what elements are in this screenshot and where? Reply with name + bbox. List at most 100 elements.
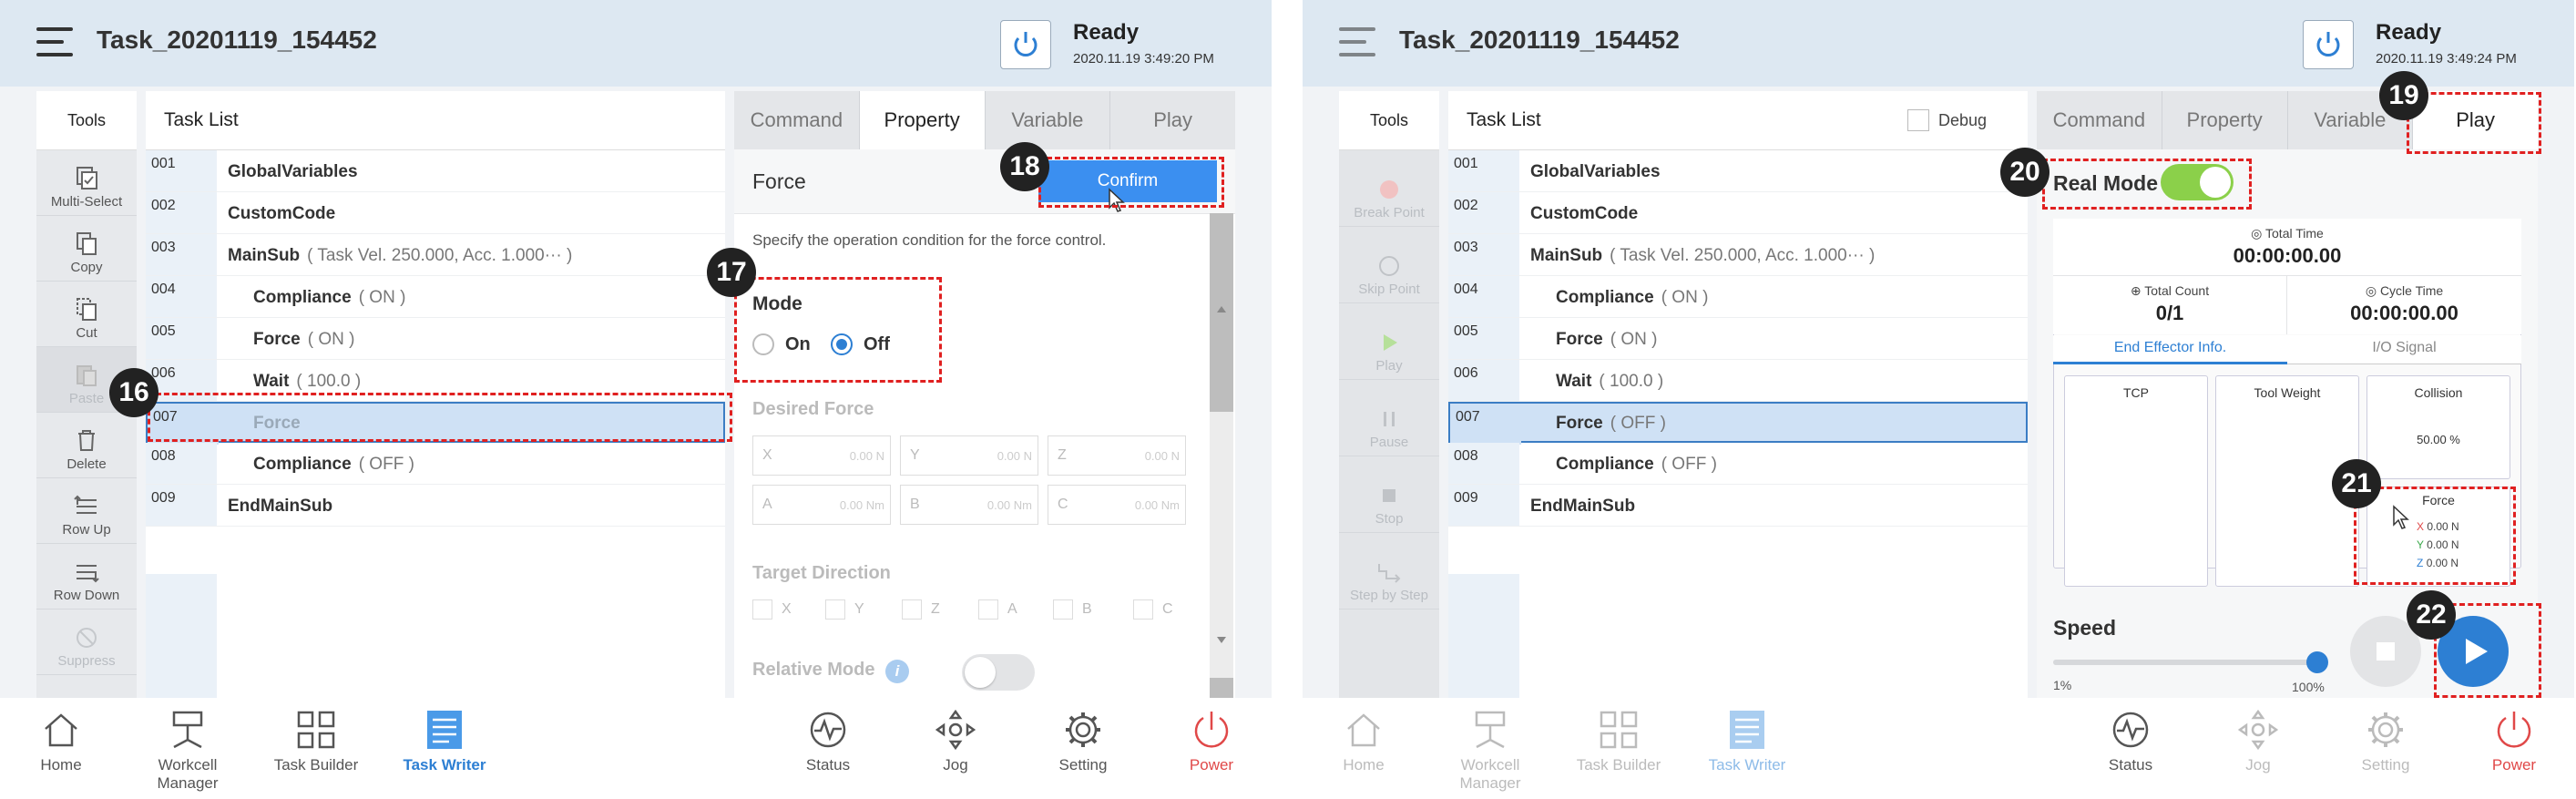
row-number: 006 bbox=[1448, 360, 1519, 401]
task-row-selected[interactable]: 007 Force ( OFF ) bbox=[1448, 402, 2028, 445]
row-param: ( ON ) bbox=[358, 288, 406, 307]
force-x-field[interactable]: X 0.00 N bbox=[752, 435, 891, 476]
nav-status[interactable]: Status bbox=[769, 709, 887, 774]
nav-setting[interactable]: Setting bbox=[1024, 709, 1142, 774]
nav-task-builder[interactable]: Task Builder bbox=[1559, 709, 1678, 774]
row-number: 002 bbox=[1448, 192, 1519, 233]
total-time-label-text: Total Time bbox=[2265, 226, 2324, 241]
task-row[interactable]: 003 MainSub ( Task Vel. 250.000, Acc. 1.00… bbox=[1448, 234, 2028, 276]
direction-x-label: X bbox=[782, 601, 792, 617]
task-row[interactable]: 006 Wait ( 100.0 ) bbox=[1448, 360, 2028, 402]
force-y-field[interactable]: Y 0.00 N bbox=[900, 435, 1038, 476]
relative-mode-toggle[interactable] bbox=[962, 654, 1035, 691]
power-icon bbox=[1194, 712, 1229, 748]
speed-slider-knob[interactable] bbox=[2306, 651, 2328, 673]
direction-x-checkbox[interactable] bbox=[752, 599, 772, 620]
status-text: Ready bbox=[2376, 20, 2442, 45]
row-down-button[interactable]: Row Down bbox=[36, 544, 137, 609]
row-param: ( Task Vel. 250.000, Acc. 1.000··· ) bbox=[1610, 246, 1876, 265]
force-z-field[interactable]: Z 0.00 N bbox=[1048, 435, 1186, 476]
force-b-field[interactable]: B 0.00 Nm bbox=[900, 485, 1038, 525]
skip-point-button[interactable]: Skip Point bbox=[1339, 227, 1439, 303]
info-icon[interactable]: i bbox=[885, 660, 909, 683]
direction-b-checkbox[interactable] bbox=[1053, 599, 1073, 620]
row-number: 008 bbox=[1448, 443, 1519, 484]
skip-point-icon bbox=[1379, 256, 1399, 276]
task-row[interactable]: 009 EndMainSub bbox=[146, 485, 725, 527]
tab-command[interactable]: Command bbox=[2037, 91, 2162, 149]
break-point-button[interactable]: Break Point bbox=[1339, 150, 1439, 227]
refresh-status-button[interactable] bbox=[2303, 20, 2354, 69]
scroll-up-icon[interactable] bbox=[1216, 304, 1227, 313]
tab-play[interactable]: Play bbox=[1110, 91, 1235, 149]
nav-power[interactable]: Power bbox=[1152, 709, 1271, 774]
delete-button[interactable]: Delete bbox=[36, 413, 137, 478]
task-row[interactable]: 008 Compliance ( OFF ) bbox=[146, 443, 725, 485]
task-builder-icon bbox=[297, 711, 335, 749]
subtab-end-effector[interactable]: End Effector Info. bbox=[2053, 335, 2287, 364]
step-by-step-button[interactable]: Step by Step bbox=[1339, 533, 1439, 609]
direction-y-checkbox[interactable] bbox=[825, 599, 845, 620]
task-row[interactable]: 003 MainSub ( Task Vel. 250.000, Acc. 1.00… bbox=[146, 234, 725, 276]
row-param: ( OFF ) bbox=[358, 455, 414, 474]
task-row[interactable]: 009 EndMainSub bbox=[1448, 485, 2028, 527]
direction-a-checkbox[interactable] bbox=[978, 599, 998, 620]
tab-property[interactable]: Property bbox=[2162, 91, 2288, 149]
row-param: ( 100.0 ) bbox=[296, 372, 362, 391]
direction-z-checkbox[interactable] bbox=[902, 599, 922, 620]
debug-checkbox[interactable] bbox=[1907, 109, 1929, 131]
nav-workcell-manager[interactable]: Workcell Manager bbox=[128, 709, 247, 793]
hamburger-menu-icon[interactable] bbox=[36, 27, 73, 58]
tab-variable[interactable]: Variable bbox=[986, 91, 1111, 149]
task-builder-icon bbox=[1600, 711, 1638, 749]
direction-y-label: Y bbox=[854, 601, 864, 617]
speed-slider-track[interactable] bbox=[2053, 660, 2317, 665]
task-row[interactable]: 004 Compliance ( ON ) bbox=[146, 276, 725, 318]
force-c-field[interactable]: C 0.00 Nm bbox=[1048, 485, 1186, 525]
task-row[interactable]: 005 Force ( ON ) bbox=[146, 318, 725, 360]
tab-command[interactable]: Command bbox=[734, 91, 860, 149]
trash-icon bbox=[78, 430, 95, 451]
task-row[interactable]: 008 Compliance ( OFF ) bbox=[1448, 443, 2028, 485]
suppress-icon bbox=[77, 628, 97, 648]
nav-task-writer[interactable]: Task Writer bbox=[385, 709, 504, 774]
task-row[interactable]: 001 GlobalVariables bbox=[146, 150, 725, 192]
play-tool-button[interactable]: Play bbox=[1339, 303, 1439, 380]
pause-tool-button[interactable]: Pause bbox=[1339, 380, 1439, 456]
nav-task-builder[interactable]: Task Builder bbox=[257, 709, 375, 774]
scrollbar-track[interactable] bbox=[1210, 213, 1233, 698]
task-row[interactable]: 004 Compliance ( ON ) bbox=[1448, 276, 2028, 318]
nav-task-writer[interactable]: Task Writer bbox=[1688, 709, 1806, 774]
tool-weight-label: Tool Weight bbox=[2254, 385, 2321, 400]
refresh-status-button[interactable] bbox=[1000, 20, 1051, 69]
task-row[interactable]: 001 GlobalVariables bbox=[1448, 150, 2028, 192]
row-command: Wait ( 100.0 ) bbox=[1556, 372, 1663, 392]
status-timestamp: 2020.11.19 3:49:24 PM bbox=[2376, 51, 2517, 67]
scroll-down-icon[interactable] bbox=[1216, 636, 1227, 645]
cut-label: Cut bbox=[76, 325, 97, 341]
nav-power[interactable]: Power bbox=[2455, 709, 2573, 774]
hamburger-menu-icon[interactable] bbox=[1339, 27, 1375, 58]
subtab-io-signal[interactable]: I/O Signal bbox=[2287, 335, 2521, 364]
row-command: GlobalVariables bbox=[228, 162, 365, 182]
nav-jog[interactable]: Jog bbox=[896, 709, 1015, 774]
nav-home[interactable]: Home bbox=[1304, 709, 1423, 774]
task-row[interactable]: 002 CustomCode bbox=[1448, 192, 2028, 234]
task-row[interactable]: 002 CustomCode bbox=[146, 192, 725, 234]
row-up-button[interactable]: Row Up bbox=[36, 478, 137, 544]
force-a-field[interactable]: A 0.00 Nm bbox=[752, 485, 891, 525]
stop-tool-button[interactable]: Stop bbox=[1339, 456, 1439, 533]
nav-jog[interactable]: Jog bbox=[2199, 709, 2317, 774]
tab-property[interactable]: Property bbox=[859, 91, 986, 149]
nav-status[interactable]: Status bbox=[2071, 709, 2190, 774]
copy-button[interactable]: Copy bbox=[36, 216, 137, 282]
nav-setting[interactable]: Setting bbox=[2326, 709, 2445, 774]
suppress-button[interactable]: Suppress bbox=[36, 609, 137, 675]
nav-home[interactable]: Home bbox=[2, 709, 120, 774]
row-number: 005 bbox=[1448, 318, 1519, 359]
task-row[interactable]: 005 Force ( ON ) bbox=[1448, 318, 2028, 360]
nav-workcell-manager[interactable]: Workcell Manager bbox=[1431, 709, 1549, 793]
cut-button[interactable]: Cut bbox=[36, 282, 137, 347]
direction-c-checkbox[interactable] bbox=[1133, 599, 1153, 620]
multi-select-button[interactable]: Multi-Select bbox=[36, 150, 137, 216]
